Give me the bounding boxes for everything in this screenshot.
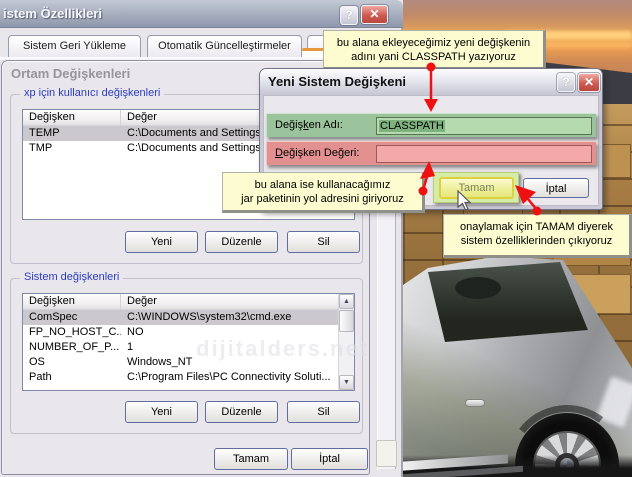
cell-variable: TEMP [23,126,121,141]
ok-button-highlight: Tamam [433,172,519,203]
ok-button[interactable]: Tamam [439,177,514,199]
cell-variable: FP_NO_HOST_C... [23,325,121,340]
window-title: istem Özellikleri [3,6,102,21]
variable-value-input[interactable] [376,145,592,163]
user-delete-button[interactable]: Sil [287,231,360,253]
selected-text: CLASSPATH [379,120,445,132]
close-icon: ✕ [369,7,379,21]
user-new-button[interactable]: Yeni [125,231,198,253]
system-edit-button[interactable]: Düzenle [205,401,278,423]
variable-name-row: Değişken Adı: CLASSPATH [266,113,596,137]
scroll-up-button[interactable]: ▲ [339,294,354,309]
variable-name-label: Değişken Adı: [275,119,343,131]
watermark: dijitalders.net [196,336,369,362]
scroll-up-icon: ▲ [343,298,350,305]
tab-sistem-geri-yukleme[interactable]: Sistem Geri Yükleme [8,35,141,57]
callout-line: jar paketinin yol adresini giriyoruz [223,192,422,206]
callout-classpath: bu alana ekleyeceğimiz yeni değişkenin a… [323,30,546,70]
cancel-button[interactable]: İptal [291,448,368,470]
dialog-title: Ortam Değişkenleri [11,66,130,81]
dialog-title: Yeni Sistem Değişkeni [268,74,406,89]
list-header[interactable]: Değişken Değer [23,294,338,310]
scroll-thumb[interactable] [339,310,354,332]
car-body [403,230,632,477]
cell-variable: NUMBER_OF_P... [23,340,121,355]
callout-line: adını yani CLASSPATH yazıyoruz [324,50,543,64]
cell-variable: OS [23,355,121,370]
close-icon: ✕ [584,75,594,89]
wallpaper-car [403,230,632,477]
column-header-variable[interactable]: Değişken [23,294,121,310]
callout-line: sistem özelliklerinden çıkıyoruz [444,234,629,248]
hidden-button-edge [376,440,397,467]
callout-jar-path: bu alana ise kullanacağımız jar paketini… [222,172,425,213]
help-icon: ? [345,8,352,22]
user-edit-button[interactable]: Düzenle [205,231,278,253]
car-windshield [428,262,588,344]
cell-variable: TMP [23,141,121,156]
column-header-variable[interactable]: Değişken [23,110,121,126]
system-variables-group-label: Sistem değişkenleri [20,271,123,283]
table-row[interactable]: Path C:\Program Files\PC Connectivity So… [23,370,338,385]
close-button[interactable]: ✕ [578,73,600,92]
scroll-down-icon: ▼ [343,379,350,386]
cell-value: C:\Program Files\PC Connectivity Soluti.… [121,370,338,385]
callout-line: bu alana ekleyeceğimiz yeni değişkenin [324,36,543,50]
tab-otomatik-guncellestirmeler[interactable]: Otomatik Güncelleştirmeler [147,35,302,57]
cell-variable: ComSpec [23,310,121,325]
help-icon: ? [562,75,569,89]
tab-label: Otomatik Güncelleştirmeler [158,40,291,52]
close-button[interactable]: ✕ [361,5,388,24]
callout-line: onaylamak için TAMAM diyerek [444,220,629,234]
new-variable-titlebar[interactable]: Yeni Sistem Değişkeni ? ✕ [260,69,602,95]
ok-button[interactable]: Tamam [214,448,288,470]
tab-label: Sistem Geri Yükleme [23,40,126,52]
user-variables-group-label: xp için kullanıcı değişkenleri [20,87,164,99]
column-header-value[interactable]: Değer [121,294,338,310]
system-delete-button[interactable]: Sil [287,401,360,423]
callout-line: bu alana ise kullanacağımız [223,178,422,192]
callout-confirm: onaylamak için TAMAM diyerek sistem özel… [443,214,632,258]
mouse-cursor-icon [456,190,474,214]
variable-name-input[interactable]: CLASSPATH [376,117,592,135]
cell-value: C:\WINDOWS\system32\cmd.exe [121,310,338,325]
help-button[interactable]: ? [340,6,358,25]
variable-value-label: Değişken Değeri: [275,147,359,159]
system-new-button[interactable]: Yeni [125,401,198,423]
cancel-button[interactable]: İptal [523,178,589,198]
scroll-down-button[interactable]: ▼ [339,375,354,390]
variable-value-row: Değişken Değeri: [266,141,596,165]
screen: istem Özellikleri ? ✕ Sistem Geri Yüklem… [0,0,632,477]
table-row[interactable]: ComSpec C:\WINDOWS\system32\cmd.exe [23,310,338,325]
cell-variable: Path [23,370,121,385]
help-button[interactable]: ? [557,73,575,92]
system-properties-titlebar[interactable]: istem Özellikleri ? ✕ [0,0,403,28]
car-side-marker [465,399,485,407]
car-mirror [455,277,501,299]
